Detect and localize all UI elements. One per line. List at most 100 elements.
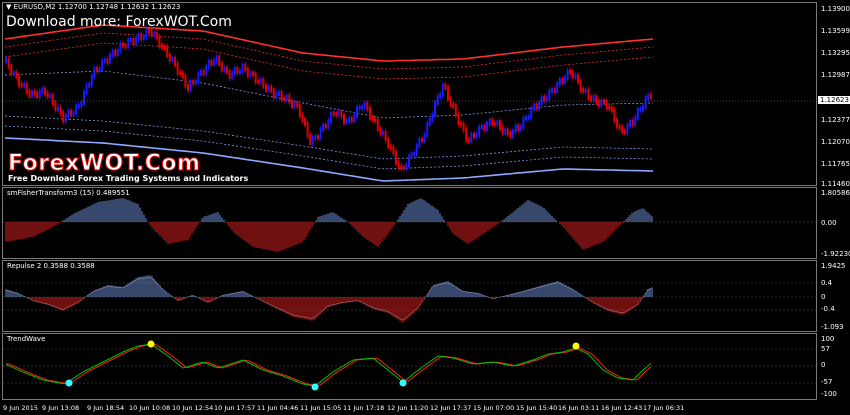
- candle-body: [426, 121, 429, 137]
- fisher-histogram: [3, 198, 816, 252]
- trendwave-signal-dot: [147, 340, 155, 348]
- time-axis-label: 10 Jun 17:57: [214, 404, 256, 412]
- candle-body: [241, 63, 244, 74]
- candle-body: [639, 107, 642, 113]
- repulse-axis: 1.9425 0.4 0 -0.4 -1.093: [817, 260, 850, 332]
- candle-body: [179, 70, 182, 76]
- candle-body: [324, 123, 327, 129]
- candle-body: [101, 59, 104, 71]
- candle-body: [480, 124, 483, 130]
- candle-body: [582, 87, 585, 93]
- candle-body: [395, 150, 397, 165]
- candle-body: [168, 53, 171, 62]
- candle-body: [18, 74, 20, 87]
- repulse-axis-label: -0.4: [821, 305, 835, 313]
- current-price-tag: 1.12623: [818, 96, 850, 104]
- candle-body: [197, 71, 200, 84]
- time-axis-label: 12 Jun 11:20: [387, 404, 429, 412]
- candle-body: [574, 74, 577, 79]
- candle-body: [44, 87, 46, 96]
- candle-body: [566, 69, 569, 81]
- candle-body: [441, 83, 444, 97]
- watermark-text: Download more: ForexWOT.Com: [6, 14, 232, 30]
- candle-body: [254, 72, 257, 84]
- candle-body: [70, 109, 72, 117]
- candle-body: [132, 37, 135, 46]
- candle-body: [605, 99, 608, 110]
- price-axis-label: 1.13599: [821, 27, 850, 35]
- candle-body: [579, 79, 582, 92]
- candle-body: [475, 132, 478, 139]
- candle-body: [592, 94, 595, 102]
- price-axis[interactable]: 1.13900 1.13599 1.13295 1.12987 1.12377 …: [817, 2, 850, 188]
- candle-body: [127, 38, 130, 49]
- candle-body: [478, 125, 481, 137]
- repulse-axis-label: 0: [821, 293, 826, 301]
- candle-body: [335, 111, 338, 117]
- candle-body: [67, 109, 70, 118]
- candle-body: [189, 80, 192, 92]
- candle-body: [358, 105, 361, 111]
- candle-body: [246, 67, 249, 78]
- candle-body: [124, 43, 127, 49]
- candle-body: [83, 90, 85, 105]
- price-axis-label: 1.12070: [821, 138, 850, 146]
- time-axis[interactable]: 9 Jun 2015 9 Jun 13:08 9 Jun 18:54 10 Ju…: [0, 400, 817, 415]
- candle-body: [213, 58, 215, 66]
- candle-body: [436, 94, 439, 105]
- candle-body: [618, 124, 621, 130]
- candle-body: [340, 110, 343, 118]
- candle-body: [348, 116, 351, 124]
- candle-body: [88, 82, 91, 88]
- repulse-indicator-pane[interactable]: Repulse 2 0.3588 0.3588: [2, 260, 817, 332]
- candle-body: [343, 113, 345, 125]
- candle-body: [400, 164, 403, 170]
- candle-body: [517, 124, 520, 132]
- brand-logo-text: ForexWOT.Com: [7, 151, 201, 177]
- candle-body: [439, 92, 442, 99]
- candle-body: [36, 91, 39, 99]
- candle-body: [153, 31, 156, 37]
- time-axis-label: 15 Jun 15:40: [516, 404, 558, 412]
- candle-body: [301, 113, 304, 122]
- candle-body: [280, 90, 283, 101]
- middle-band-dotted: [4, 70, 654, 119]
- candle-body: [454, 103, 457, 117]
- trendwave-indicator-pane[interactable]: TrendWave: [2, 333, 817, 400]
- candle-body: [467, 137, 470, 143]
- candle-body: [28, 89, 31, 98]
- candle-body: [114, 49, 117, 57]
- candle-body: [434, 100, 436, 117]
- candle-body: [636, 108, 639, 121]
- candle-body: [322, 123, 325, 132]
- candle-body: [535, 103, 538, 110]
- candle-body: [187, 83, 189, 92]
- candle-body: [506, 128, 509, 136]
- brand-subtitle: Free Download Forex Trading Systems and …: [8, 174, 249, 183]
- fisher-indicator-pane[interactable]: smFisherTransform3 (15) 0.489551: [2, 187, 817, 259]
- candle-body: [309, 133, 312, 145]
- candle-body: [31, 90, 33, 98]
- candle-body: [597, 99, 600, 108]
- candle-body: [122, 42, 124, 48]
- candle-body: [171, 56, 174, 62]
- repulse-axis-label: 0.4: [821, 279, 833, 287]
- repulse-axis-label: 1.9425: [821, 262, 846, 270]
- candle-body: [163, 44, 166, 50]
- candle-body: [51, 93, 54, 106]
- candle-body: [111, 49, 114, 58]
- time-axis-label: 15 Jun 07:00: [473, 404, 515, 412]
- candle-body: [644, 95, 647, 109]
- candle-body: [361, 104, 364, 110]
- candle-body: [239, 69, 241, 75]
- candle-body: [319, 127, 322, 140]
- candle-body: [158, 35, 161, 48]
- candle-body: [5, 57, 7, 63]
- candle-body: [215, 55, 218, 63]
- trendwave-label: TrendWave: [7, 335, 46, 343]
- candle-body: [283, 96, 286, 102]
- candle-body: [285, 94, 288, 102]
- candle-body: [150, 30, 153, 37]
- candle-body: [512, 128, 514, 139]
- candle-body: [278, 90, 280, 96]
